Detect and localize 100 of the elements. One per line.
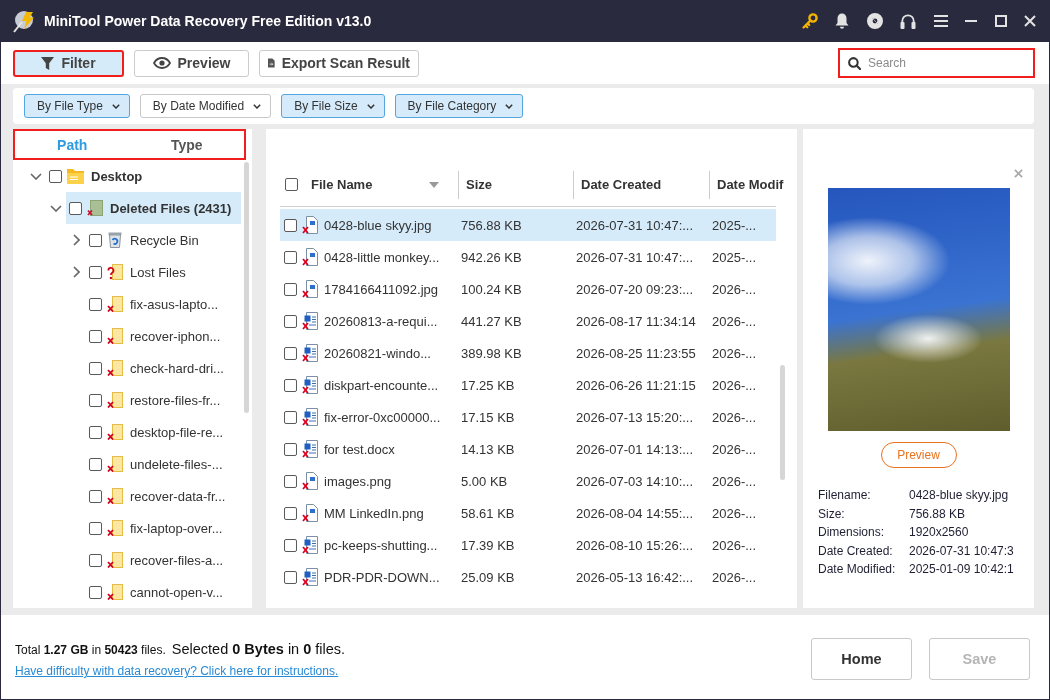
page-x-icon <box>107 488 123 504</box>
selection-summary: Selected 0 Bytes in 0 files. <box>171 641 346 657</box>
date-created: 2026-07-31 10:47:... <box>575 217 695 233</box>
tree-item[interactable]: cannot-open-v... <box>86 576 241 608</box>
file-row[interactable]: fix-error-0xc00000... 17.15 KB 2026-07-13 15:20:... 2026-... <box>280 401 776 433</box>
checkbox[interactable] <box>89 489 102 503</box>
file-row[interactable]: pc-keeps-shutting... 17.39 KB 2026-08-10 15:26:... 2026-... <box>280 529 776 561</box>
chevron-down-icon[interactable] <box>30 172 42 180</box>
file-row[interactable]: PDR-PDR-DOWN... 25.09 KB 2026-05-13 16:42:... 2026-... <box>280 561 776 593</box>
file-row[interactable]: diskpart-encounte... 17.25 KB 2026-06-26 11:21:15 2026-... <box>280 369 776 401</box>
tab[interactable]: Type <box>129 131 244 158</box>
checkbox[interactable] <box>89 521 102 535</box>
chevron-right-icon[interactable] <box>72 234 80 246</box>
file-size: 17.39 KB <box>460 537 516 553</box>
tree-item[interactable]: fix-asus-lapto... <box>86 288 241 320</box>
key-icon[interactable] <box>801 13 818 29</box>
disc-icon[interactable] <box>866 13 883 29</box>
date-modified: 2026-... <box>711 281 757 297</box>
detail-value: 0428-blue skyy.jpg <box>909 487 1010 504</box>
checkbox[interactable] <box>89 233 102 247</box>
search-field[interactable]: Search <box>838 48 1035 78</box>
file-size: 5.00 KB <box>460 473 509 489</box>
checkbox[interactable] <box>284 378 297 392</box>
tree-item[interactable]: desktop-file-re... <box>86 416 241 448</box>
total-summary: Total 1.27 GB in 50423 files. <box>15 643 166 657</box>
checkbox[interactable] <box>284 282 297 296</box>
column-header[interactable]: Size <box>458 170 573 199</box>
tree-item[interactable]: recover-iphon... <box>86 320 241 352</box>
action-button[interactable]: Home <box>811 638 912 680</box>
checkbox[interactable] <box>285 178 298 191</box>
tree-item[interactable]: check-hard-dri... <box>86 352 241 384</box>
file-size: 25.09 KB <box>460 569 516 585</box>
checkbox[interactable] <box>284 474 297 488</box>
date-created: 2026-07-20 09:23:... <box>575 281 695 297</box>
filter-dropdown[interactable]: By File Type <box>24 94 130 118</box>
file-row[interactable]: 0428-little monkey... 942.26 KB 2026-07-31 10:47:... 2025-... <box>280 241 776 273</box>
date-modified: 2026-... <box>711 345 757 361</box>
recycle-bin-icon <box>107 232 123 248</box>
menu-icon[interactable] <box>933 15 948 27</box>
eye-icon <box>152 57 171 69</box>
maximize-icon[interactable] <box>994 15 1007 27</box>
file-name: diskpart-encounte... <box>324 377 440 393</box>
detail-value: 756.88 KB <box>909 505 967 523</box>
file-row[interactable]: for test.docx 14.13 KB 2026-07-01 14:13:... 2026-... <box>280 433 776 465</box>
tree-item[interactable]: Desktop <box>46 160 241 192</box>
help-link[interactable]: Have difficulty with data recovery? Click here for instructions. <box>15 663 346 679</box>
document-file-x-icon <box>302 536 318 554</box>
column-header[interactable]: Date Modif <box>709 170 784 199</box>
checkbox[interactable] <box>89 329 102 343</box>
tree-item[interactable]: Lost Files <box>86 256 241 288</box>
checkbox[interactable] <box>284 314 297 328</box>
preview-button[interactable]: Preview <box>134 49 249 77</box>
tree-item[interactable]: Recycle Bin <box>86 224 241 256</box>
tree-item[interactable]: fix-laptop-over... <box>86 512 241 544</box>
file-row[interactable]: 1784166411092.jpg 100.24 KB 2026-07-20 09:23:... 2026-... <box>280 273 776 305</box>
checkbox[interactable] <box>89 585 102 599</box>
checkbox[interactable] <box>69 201 82 215</box>
column-header[interactable]: File Name <box>298 170 458 199</box>
checkbox[interactable] <box>284 570 297 584</box>
checkbox[interactable] <box>284 538 297 552</box>
filter-dropdown[interactable]: By File Size <box>281 94 385 118</box>
tree-item[interactable]: recover-files-a... <box>86 544 241 576</box>
checkbox[interactable] <box>89 425 102 439</box>
tree-item[interactable]: undelete-files-... <box>86 448 241 480</box>
file-row[interactable]: images.png 5.00 KB 2026-07-03 14:10:... 2026-... <box>280 465 776 497</box>
filter-dropdown[interactable]: By File Category <box>394 94 524 118</box>
tree-item[interactable]: restore-files-fr... <box>86 384 241 416</box>
checkbox[interactable] <box>284 506 297 520</box>
file-row[interactable]: 0428-blue skyy.jpg 756.88 KB 2026-07-31 10:47:... 2025-... <box>280 209 776 241</box>
filter-button[interactable]: Filter <box>13 49 124 77</box>
export-button[interactable]: Export Scan Result <box>259 49 419 77</box>
checkbox[interactable] <box>49 169 62 183</box>
tree-item[interactable]: Deleted Files (2431) <box>66 192 241 224</box>
checkbox[interactable] <box>284 442 297 456</box>
checkbox[interactable] <box>89 457 102 471</box>
checkbox[interactable] <box>284 218 297 232</box>
tree-item[interactable]: recover-data-fr... <box>86 480 241 512</box>
scrollbar[interactable] <box>244 162 249 413</box>
checkbox[interactable] <box>89 265 102 279</box>
checkbox[interactable] <box>89 393 102 407</box>
detail-label: Size: <box>818 505 846 523</box>
date-modified: 2025-... <box>711 217 757 233</box>
headphones-icon[interactable] <box>900 13 916 29</box>
bell-icon[interactable] <box>835 13 849 29</box>
chevron-down-icon <box>366 103 375 109</box>
checkbox[interactable] <box>89 361 102 375</box>
checkbox[interactable] <box>89 553 102 567</box>
column-header[interactable]: Date Created <box>573 170 709 199</box>
checkbox[interactable] <box>89 297 102 311</box>
file-row[interactable]: 20260813-a-requi... 441.27 KB 2026-08-17 11:34:14 2026-... <box>280 305 776 337</box>
scrollbar[interactable] <box>780 365 785 480</box>
checkbox[interactable] <box>284 250 297 264</box>
filter-dropdown[interactable]: By Date Modified <box>139 94 272 118</box>
chevron-down-icon[interactable] <box>50 204 62 212</box>
file-row[interactable]: 20260821-windo... 389.98 KB 2026-08-25 11:23:55 2026-... <box>280 337 776 369</box>
checkbox[interactable] <box>284 346 297 360</box>
file-row[interactable]: MM LinkedIn.png 58.61 KB 2026-08-04 14:55:... 2026-... <box>280 497 776 529</box>
checkbox[interactable] <box>284 410 297 424</box>
chevron-right-icon[interactable] <box>72 266 80 278</box>
search-icon <box>848 57 861 70</box>
